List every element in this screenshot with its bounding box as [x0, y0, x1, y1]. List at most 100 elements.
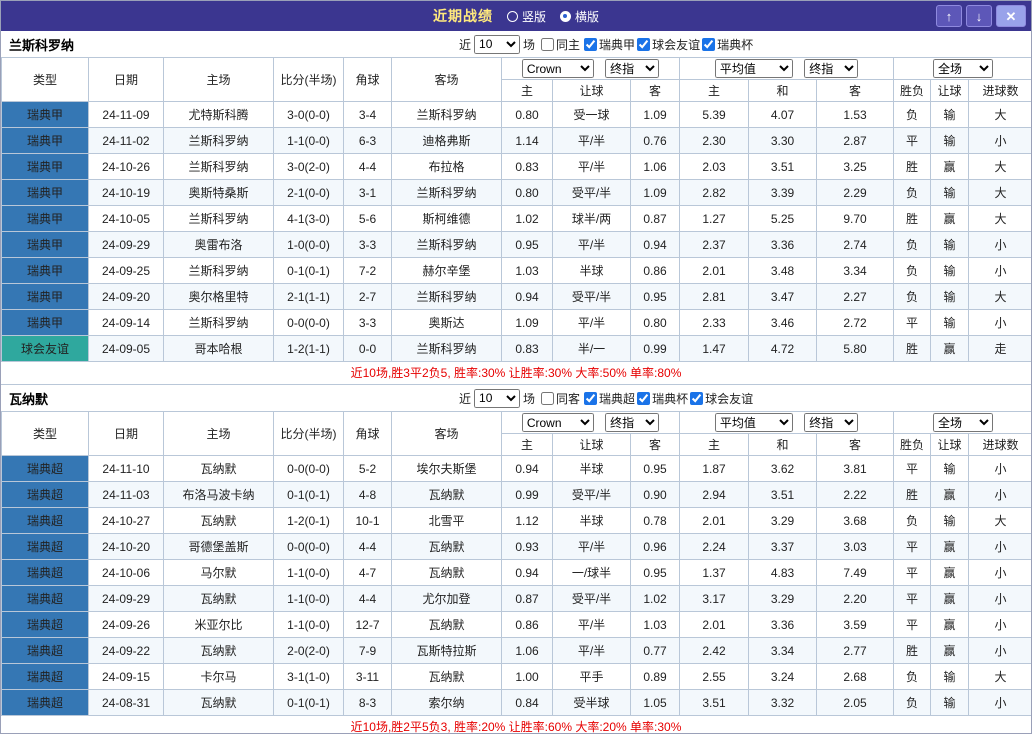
- league-filter-input[interactable]: [637, 392, 650, 405]
- sub-header-goals-result: 进球数: [969, 434, 1032, 456]
- handicap-line: 半球: [553, 456, 631, 482]
- league-filter-checkbox[interactable]: 瑞典杯: [637, 390, 688, 407]
- col-header-away: 客场: [392, 412, 502, 456]
- recent-count-select[interactable]: 10: [474, 389, 520, 408]
- close-button[interactable]: ✕: [996, 5, 1026, 27]
- handicap-line: 受一球: [553, 102, 631, 128]
- league-badge: 球会友谊: [2, 336, 89, 362]
- avg-type-select[interactable]: 平均值: [715, 413, 793, 432]
- match-row: 瑞典超 24-09-29 瓦纳默 1-1(0-0) 4-4 尤尔加登 0.87 …: [2, 586, 1032, 612]
- away-team-name: 瓦纳默: [392, 612, 502, 638]
- handicap-odds-home: 1.12: [502, 508, 553, 534]
- odds-stage-select[interactable]: 终指: [605, 413, 659, 432]
- handicap-line: 平/半: [553, 310, 631, 336]
- result-goals: 小: [969, 560, 1032, 586]
- move-up-button[interactable]: ↑: [936, 5, 962, 27]
- col-header-away: 客场: [392, 58, 502, 102]
- match-row: 瑞典甲 24-10-26 兰斯科罗纳 3-0(2-0) 4-4 布拉格 0.83…: [2, 154, 1032, 180]
- avg-odds-away: 5.80: [817, 336, 894, 362]
- match-score: 3-0(0-0): [274, 102, 344, 128]
- league-filter-input[interactable]: [584, 392, 597, 405]
- league-filter-checkbox[interactable]: 球会友谊: [690, 390, 753, 407]
- away-team-name: 埃尔夫斯堡: [392, 456, 502, 482]
- league-filter-checkbox[interactable]: 瑞典超: [584, 390, 635, 407]
- avg-odds-away: 3.03: [817, 534, 894, 560]
- result-outcome: 负: [894, 258, 931, 284]
- match-row: 瑞典超 24-11-10 瓦纳默 0-0(0-0) 5-2 埃尔夫斯堡 0.94…: [2, 456, 1032, 482]
- handicap-odds-away: 0.86: [631, 258, 680, 284]
- match-score: 0-0(0-0): [274, 534, 344, 560]
- sections-container: 兰斯科罗纳 近 10 场 同主 瑞典甲球会友谊瑞典杯 类型: [1, 31, 1031, 734]
- match-row: 瑞典甲 24-11-02 兰斯科罗纳 1-1(0-0) 6-3 迪格弗斯 1.1…: [2, 128, 1032, 154]
- avg-odds-away: 2.29: [817, 180, 894, 206]
- match-date: 24-11-02: [89, 128, 164, 154]
- away-team-name: 索尔纳: [392, 690, 502, 716]
- avg-odds-draw: 5.25: [749, 206, 817, 232]
- sub-header-odds-away: 客: [631, 434, 680, 456]
- avg-odds-home: 1.47: [680, 336, 749, 362]
- result-outcome: 胜: [894, 638, 931, 664]
- match-score: 1-1(0-0): [274, 586, 344, 612]
- handicap-odds-away: 1.09: [631, 180, 680, 206]
- league-filter-checkbox[interactable]: 球会友谊: [637, 36, 700, 53]
- move-down-button[interactable]: ↓: [966, 5, 992, 27]
- home-team-name: 兰斯科罗纳: [164, 206, 274, 232]
- avg-odds-away: 2.74: [817, 232, 894, 258]
- handicap-line: 平/半: [553, 534, 631, 560]
- result-goals: 大: [969, 508, 1032, 534]
- same-venue-checkbox[interactable]: 同客: [541, 390, 580, 407]
- radio-icon: [507, 11, 518, 22]
- match-row: 球会友谊 24-09-05 哥本哈根 1-2(1-1) 0-0 兰斯科罗纳 0.…: [2, 336, 1032, 362]
- away-team-name: 尤尔加登: [392, 586, 502, 612]
- result-handicap: 输: [931, 102, 969, 128]
- avg-odds-draw: 3.34: [749, 638, 817, 664]
- odds-stage-select[interactable]: 终指: [605, 59, 659, 78]
- same-venue-input[interactable]: [541, 38, 554, 51]
- handicap-odds-home: 0.99: [502, 482, 553, 508]
- handicap-odds-away: 0.87: [631, 206, 680, 232]
- avg-stage-select[interactable]: 终指: [804, 59, 858, 78]
- odds-provider-select[interactable]: Crown: [522, 413, 594, 432]
- result-handicap: 赢: [931, 586, 969, 612]
- result-goals: 小: [969, 128, 1032, 154]
- layout-radio-horizontal[interactable]: 横版: [560, 8, 599, 25]
- league-filter-checkbox[interactable]: 瑞典杯: [702, 36, 753, 53]
- result-outcome: 平: [894, 456, 931, 482]
- match-row: 瑞典甲 24-10-19 奥斯特桑斯 2-1(0-0) 3-1 兰斯科罗纳 0.…: [2, 180, 1032, 206]
- home-team-name: 瓦纳默: [164, 456, 274, 482]
- league-filter-input[interactable]: [690, 392, 703, 405]
- avg-odds-draw: 3.51: [749, 482, 817, 508]
- corner-score: 10-1: [344, 508, 392, 534]
- result-scope-select[interactable]: 全场: [933, 413, 993, 432]
- handicap-odds-home: 1.03: [502, 258, 553, 284]
- same-venue-input[interactable]: [541, 392, 554, 405]
- league-filter-input[interactable]: [702, 38, 715, 51]
- sub-header-odds-home: 主: [502, 434, 553, 456]
- league-badge: 瑞典甲: [2, 128, 89, 154]
- avg-type-select[interactable]: 平均值: [715, 59, 793, 78]
- odds-provider-select[interactable]: Crown: [522, 59, 594, 78]
- match-score: 3-0(2-0): [274, 154, 344, 180]
- handicap-line: 平/半: [553, 154, 631, 180]
- result-scope-select[interactable]: 全场: [933, 59, 993, 78]
- result-outcome: 胜: [894, 154, 931, 180]
- match-date: 24-08-31: [89, 690, 164, 716]
- same-venue-checkbox[interactable]: 同主: [541, 36, 580, 53]
- recent-count-select[interactable]: 10: [474, 35, 520, 54]
- sub-header-avg-draw: 和: [749, 80, 817, 102]
- league-filter-checkbox[interactable]: 瑞典甲: [584, 36, 635, 53]
- handicap-line: 平/半: [553, 232, 631, 258]
- league-filter-input[interactable]: [584, 38, 597, 51]
- avg-stage-select[interactable]: 终指: [804, 413, 858, 432]
- home-team-name: 瓦纳默: [164, 586, 274, 612]
- handicap-odds-home: 0.94: [502, 560, 553, 586]
- handicap-line: 平/半: [553, 612, 631, 638]
- result-goals: 大: [969, 180, 1032, 206]
- layout-radio-vertical[interactable]: 竖版: [507, 8, 546, 25]
- league-badge: 瑞典甲: [2, 154, 89, 180]
- result-handicap: 赢: [931, 336, 969, 362]
- league-filter-input[interactable]: [637, 38, 650, 51]
- away-team-name: 斯柯维德: [392, 206, 502, 232]
- radio-icon: [560, 11, 571, 22]
- handicap-odds-away: 0.80: [631, 310, 680, 336]
